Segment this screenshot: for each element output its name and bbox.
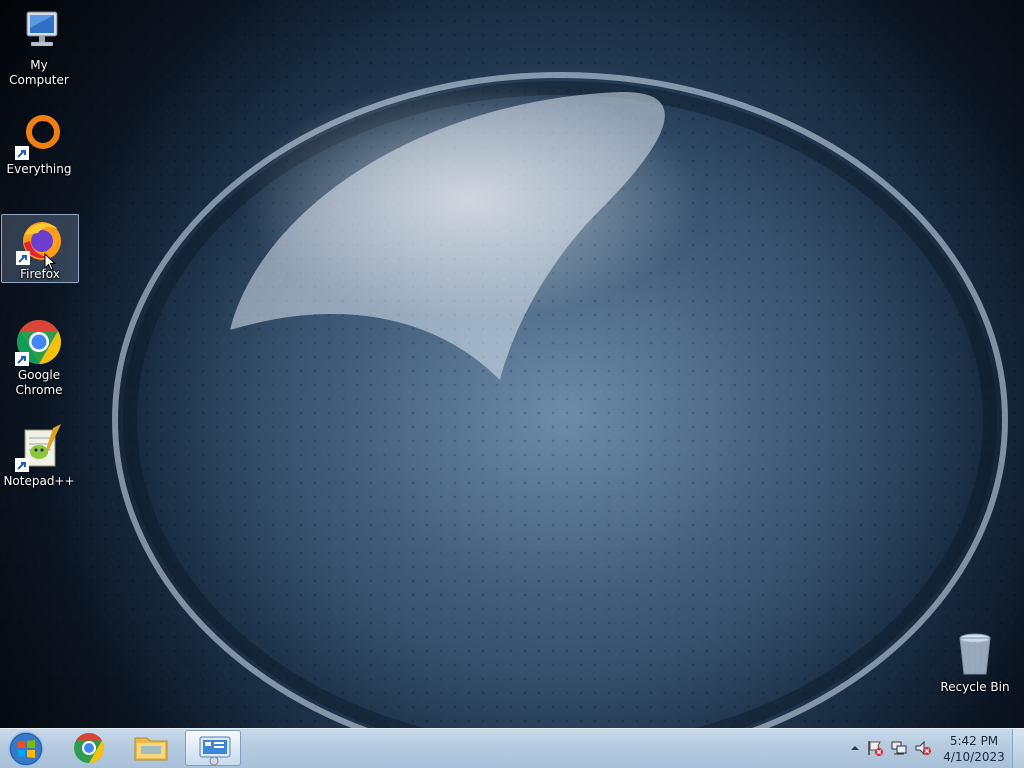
everything-icon — [15, 112, 63, 160]
desktop-icon-label: Firefox — [20, 267, 60, 281]
taskbar-chrome-button[interactable] — [61, 730, 117, 766]
control-panel-icon — [199, 736, 231, 766]
desktop-icon-recycle-bin[interactable]: Recycle Bin — [937, 630, 1013, 695]
desktop-icon-label: Notepad++ — [3, 474, 75, 488]
desktop-icon-label: Everything — [6, 162, 72, 176]
volume-muted-icon[interactable] — [914, 739, 932, 757]
folder-icon — [134, 737, 168, 761]
my-computer-icon — [15, 8, 63, 56]
desktop-wallpaper[interactable]: My Computer Everything Firefox Google Ch… — [0, 0, 1024, 728]
shortcut-arrow-icon — [15, 458, 29, 472]
windows-start-icon — [8, 731, 44, 767]
desktop-icon-google-chrome[interactable]: Google Chrome — [1, 318, 77, 398]
action-center-flag-icon[interactable] — [866, 739, 884, 757]
recycle-bin-icon — [951, 630, 999, 678]
desktop-icon-label: My Computer — [9, 58, 69, 87]
desktop-icon-notepad-plus-plus[interactable]: Notepad++ — [1, 424, 77, 489]
shortcut-arrow-icon — [15, 146, 29, 160]
desktop-icon-label: Google Chrome — [15, 368, 63, 397]
show-hidden-icons-arrow[interactable] — [846, 739, 864, 757]
start-button[interactable] — [5, 730, 45, 768]
desktop-icon-my-computer[interactable]: My Computer — [1, 8, 77, 88]
notepad-plus-plus-icon — [15, 424, 63, 472]
chrome-icon — [15, 318, 63, 366]
desktop-icon-label: Recycle Bin — [940, 680, 1010, 694]
shortcut-arrow-icon — [16, 251, 30, 265]
clock-time: 5:42 PM — [949, 734, 999, 748]
network-icon[interactable] — [890, 739, 908, 757]
taskbar: 5:42 PM 4/10/2023 — [0, 728, 1024, 768]
desktop-icon-firefox[interactable]: Firefox — [1, 214, 79, 283]
show-desktop-button[interactable] — [1012, 729, 1024, 768]
clock-date: 4/10/2023 — [943, 750, 1005, 764]
wallpaper-art — [0, 0, 1024, 728]
taskbar-explorer-button[interactable] — [123, 730, 179, 766]
taskbar-control-panel-button[interactable] — [185, 730, 241, 766]
shortcut-arrow-icon — [15, 352, 29, 366]
mouse-cursor-icon — [44, 253, 57, 271]
desktop-icon-everything[interactable]: Everything — [1, 112, 77, 177]
chrome-icon — [74, 733, 105, 763]
taskbar-clock[interactable]: 5:42 PM 4/10/2023 — [936, 733, 1012, 765]
